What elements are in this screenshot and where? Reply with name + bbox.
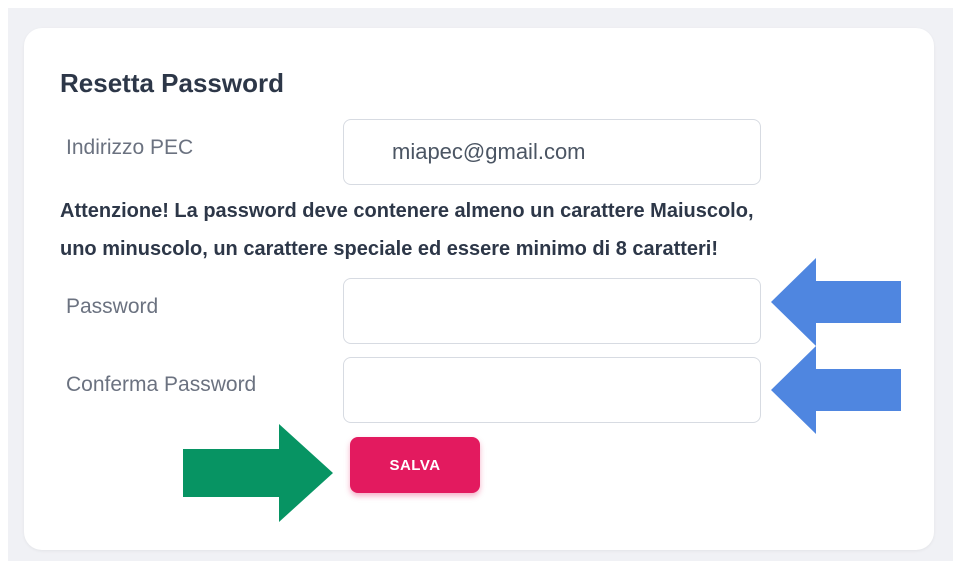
arrow-left-icon [771, 346, 901, 434]
arrow-left-icon [771, 258, 901, 346]
password-label: Password [66, 295, 159, 318]
confirm-password-input[interactable] [343, 357, 761, 423]
password-requirements-warning: Attenzione! La password deve contenere a… [60, 192, 880, 268]
password-input[interactable] [343, 278, 761, 344]
warning-line-1: Attenzione! La password deve contenere a… [60, 200, 754, 222]
arrow-right-icon [183, 424, 333, 522]
warning-line-2: uno minuscolo, un carattere speciale ed … [60, 238, 719, 260]
pec-label: Indirizzo PEC [66, 136, 194, 159]
pec-input[interactable] [343, 119, 761, 185]
save-button[interactable]: SALVA [350, 437, 480, 493]
page-title: Resetta Password [60, 68, 284, 98]
confirm-password-label: Conferma Password [66, 373, 257, 396]
